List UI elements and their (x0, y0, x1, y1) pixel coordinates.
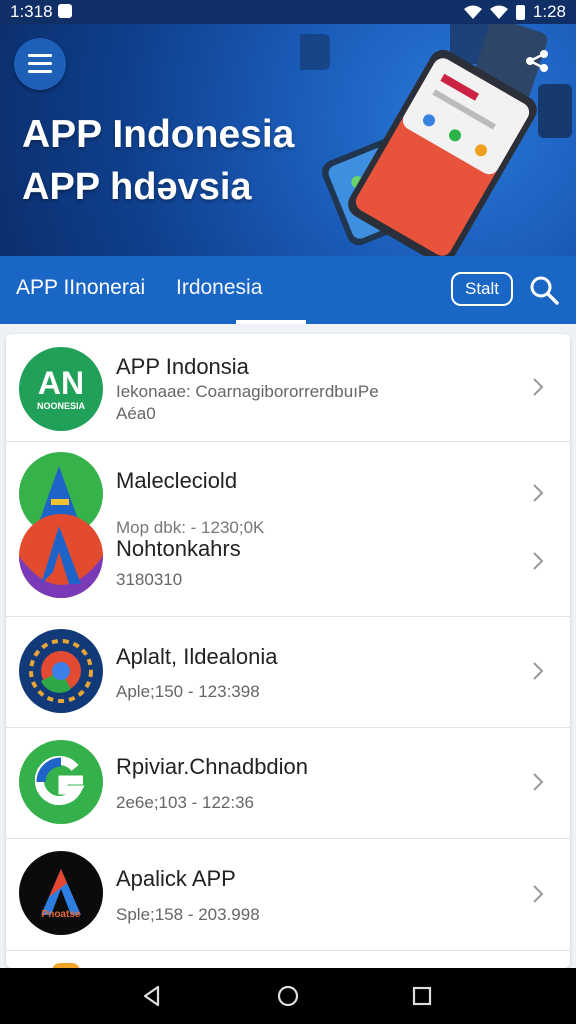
letter-a-icon (19, 526, 103, 598)
app-meta: Sple;158 - 203.998 (116, 905, 260, 924)
hamburger-icon-bar (28, 62, 52, 65)
app-title: Rpiviar.Chnadbdion (116, 754, 309, 779)
app-title: Apalick APP (116, 866, 236, 891)
chevron-right-icon (533, 662, 544, 680)
signal-icon (489, 5, 508, 19)
navigation-bar (0, 968, 576, 1024)
app-meta: Mop dbk: - 1230;0K (116, 518, 265, 537)
battery-icon (515, 4, 525, 20)
chevron-right-icon (533, 885, 544, 903)
aplalt-icon (19, 629, 103, 713)
letter-a-icon (41, 869, 81, 915)
hero-subtitle: APP hdəvsia (22, 166, 252, 208)
icon-logo-subtext: NOONESIA (36, 401, 85, 411)
hero-banner: APP Indonesia APP hdəvsia (0, 24, 576, 256)
nohtonkahrs-icon (19, 514, 103, 598)
hero-title: APP Indonesia (22, 113, 295, 156)
search-icon[interactable] (528, 274, 560, 306)
list-item-app-indonsia[interactable]: AN NOONESIA APP Indonsia Iekonaae: Coarn… (6, 334, 570, 442)
app-meta: Aéa0 (116, 404, 156, 423)
app-indonsia-icon: AN NOONESIA (19, 347, 103, 431)
chevron-right-icon (533, 378, 544, 396)
icon-logo-text: AN (37, 365, 85, 401)
app-title: Aplalt, Ildealonia (116, 644, 278, 669)
list-item-rpiviar[interactable]: Rpiviar.Chnadbdion 2e6e;103 - 122:36 (6, 728, 570, 839)
menu-button[interactable] (14, 38, 66, 90)
list-item-aplalt[interactable]: Aplalt, Ildealonia Aple;150 - 123:398 (6, 617, 570, 728)
status-time-right: 1:28 (532, 2, 566, 21)
status-time: 1:318 (10, 2, 53, 21)
wifi-icon (463, 5, 482, 19)
app-title-second: Nohtonkahrs (116, 536, 241, 561)
app-title: Malecleciold (116, 468, 238, 493)
hamburger-icon (28, 54, 52, 57)
status-bar: 1:318 1:28 (0, 0, 576, 24)
tab-indonesia[interactable]: Irdonesia (176, 276, 262, 300)
share-icon[interactable] (522, 46, 552, 76)
app-meta-second: 3180310 (116, 570, 183, 589)
chevron-right-icon (533, 484, 544, 502)
start-button[interactable]: Stalt (451, 272, 513, 306)
apalick-icon: Pnoatse (19, 851, 103, 935)
tab-app[interactable]: APP IInonerai (16, 276, 145, 300)
tab-bar: APP IInonerai Irdonesia Stalt (0, 256, 576, 324)
list-item-partial[interactable] (6, 951, 570, 968)
app-meta: 2e6e;103 - 122:36 (116, 793, 255, 812)
app-title: APP Indonsia (116, 354, 249, 379)
app-description: Iekonaae: CoarnagibororrerdbuıPe (116, 382, 379, 401)
back-icon[interactable] (138, 982, 166, 1010)
letter-g-icon (34, 756, 85, 805)
status-icons: 1:28 (463, 2, 566, 22)
list-item-apalick[interactable]: Pnoatse Apalick APP Sple;158 - 203.998 (6, 839, 570, 951)
app-meta: Aple;150 - 123:398 (116, 682, 260, 701)
chrome-like-icon (29, 639, 93, 703)
rpiviar-icon (19, 740, 103, 824)
home-icon[interactable] (274, 982, 302, 1010)
icon-logo-text: Pnoatse (41, 909, 81, 920)
chevron-right-icon (533, 773, 544, 791)
list-item-malecleciold[interactable]: Malecleciold Mop dbk: - 1230;0K Nohtonka… (6, 442, 570, 617)
app-list: AN NOONESIA APP Indonsia Iekonaae: Coarn… (6, 334, 570, 968)
chevron-right-icon (533, 552, 544, 570)
recents-icon[interactable] (408, 982, 436, 1010)
hamburger-icon-bar (28, 70, 52, 73)
tab-indicator (236, 320, 306, 324)
notification-icon (58, 4, 72, 18)
